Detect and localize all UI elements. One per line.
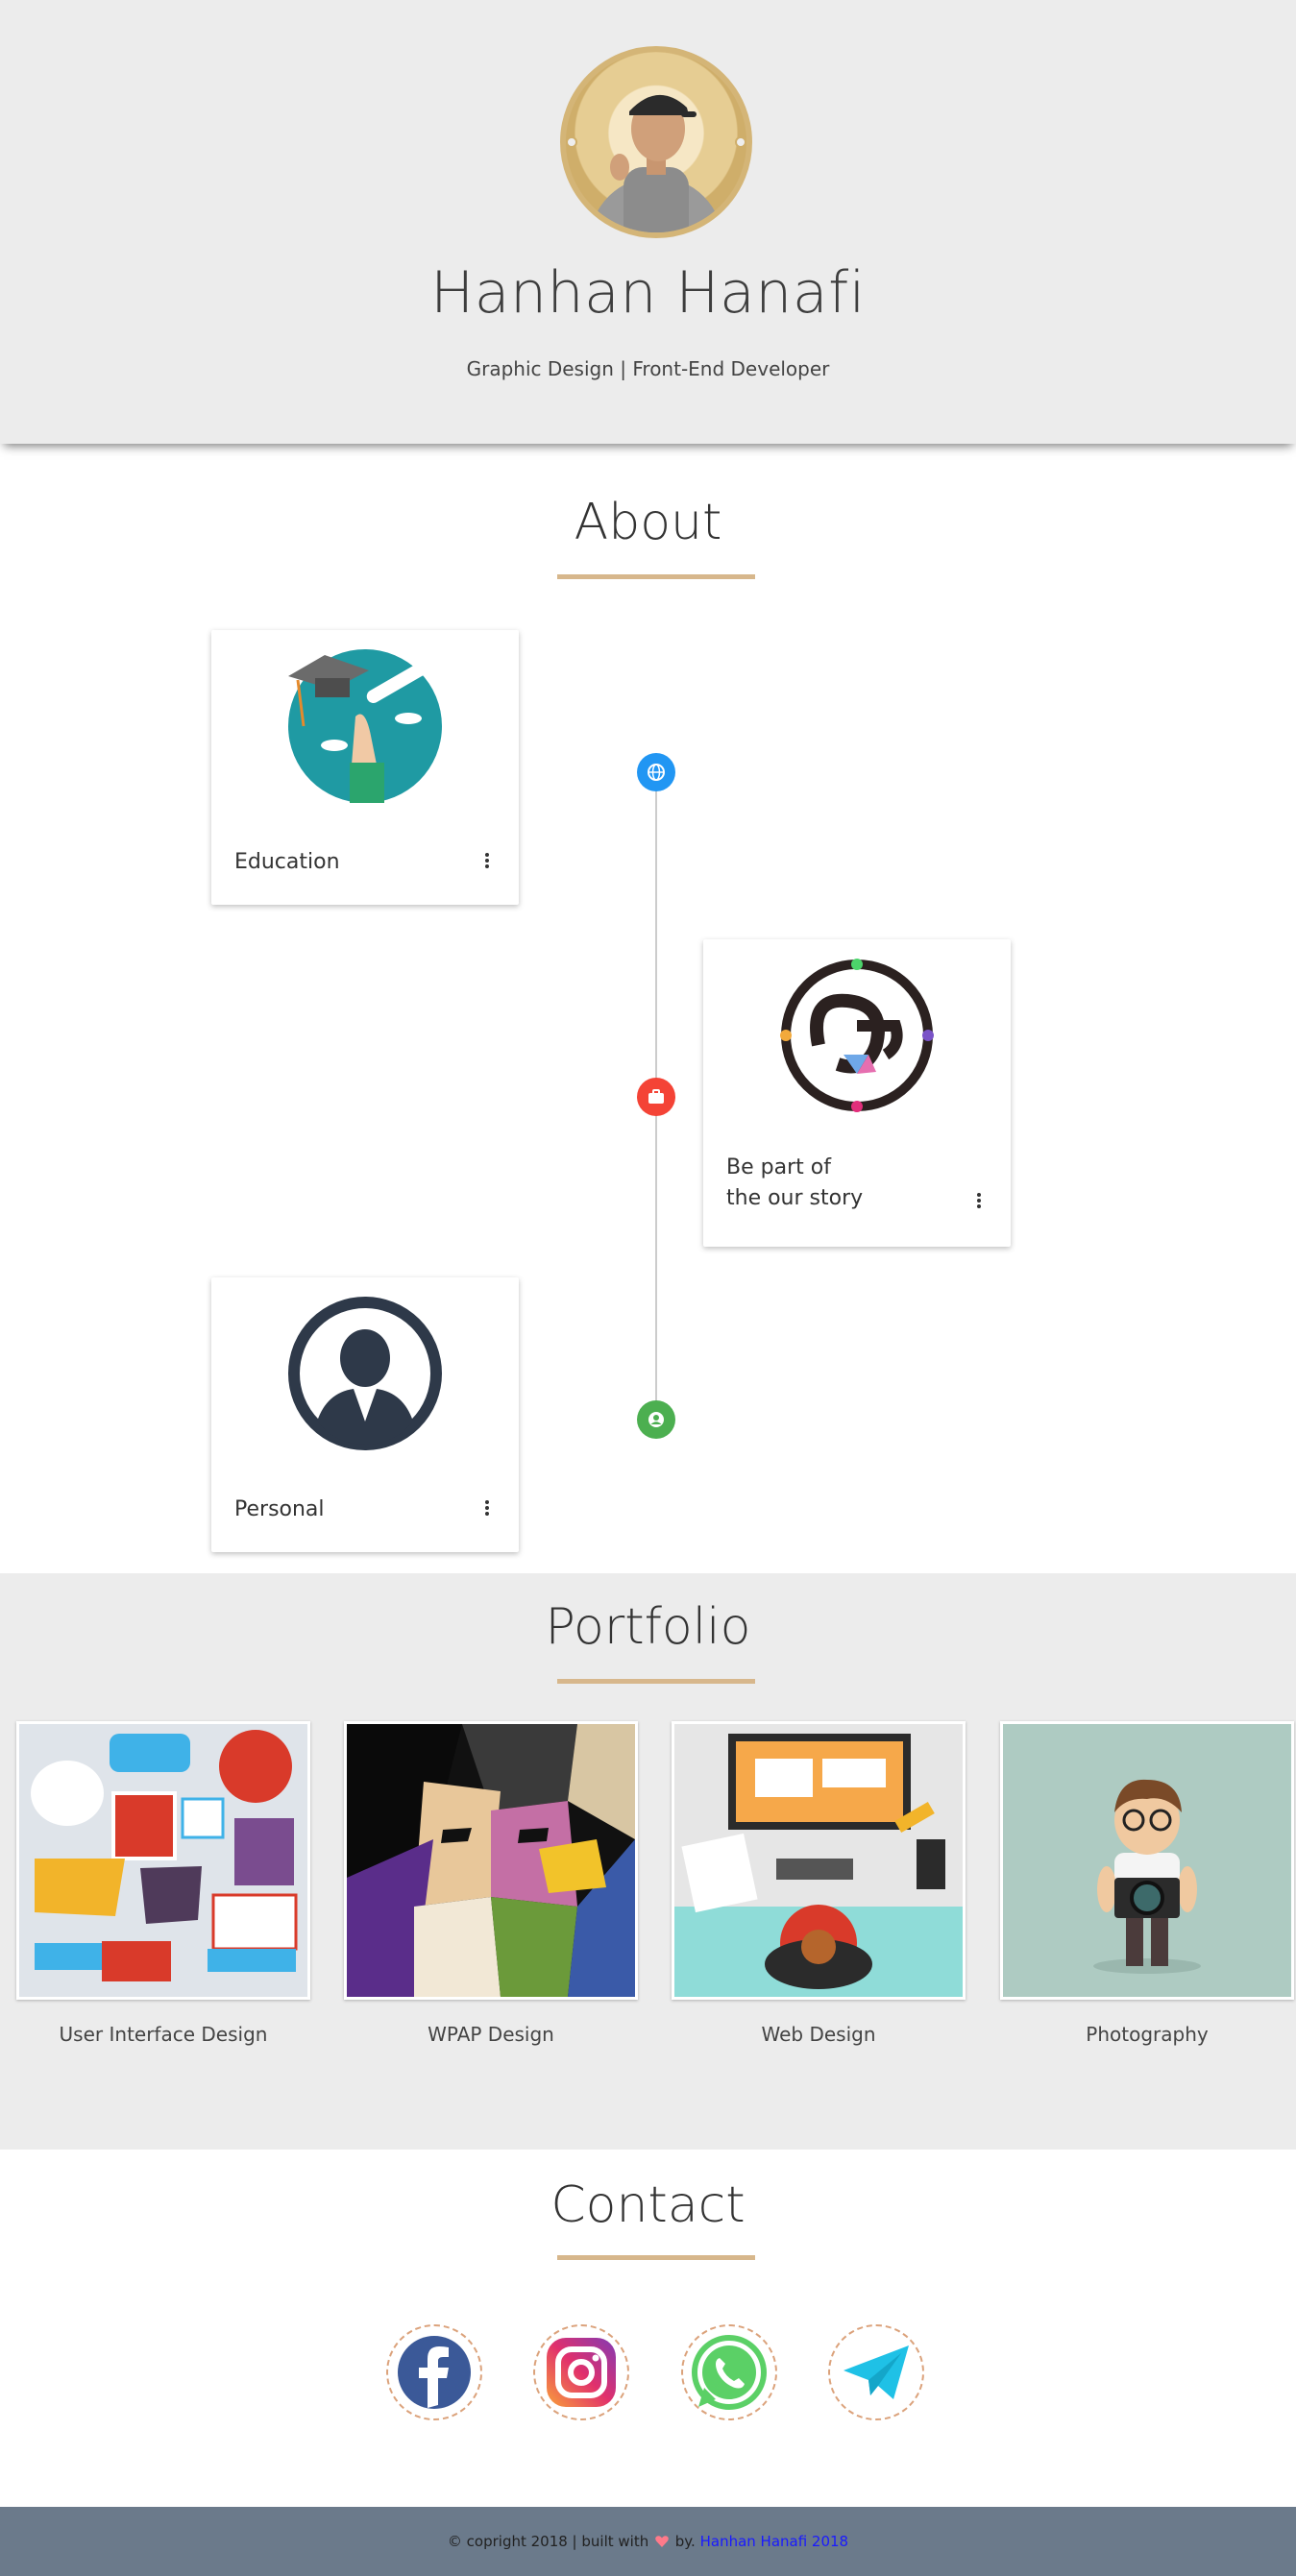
portfolio-image[interactable] [672,1721,966,2000]
portfolio-label: Web Design [761,2023,876,2046]
about-underline [557,574,755,579]
portfolio-title: Portfolio [545,1598,751,1656]
about-title: About [574,494,722,551]
graduation-icon [288,649,442,803]
portfolio-section: Portfolio User Interface Design WPAP Des… [0,1573,1296,2150]
instagram-link[interactable] [533,2324,629,2420]
telegram-icon [844,2345,909,2399]
contact-title: Contact [550,2176,746,2234]
contact-underline [557,2255,755,2260]
portfolio-label: User Interface Design [59,2023,268,2046]
portfolio-item-wpap[interactable]: WPAP Design [344,1721,638,2046]
logo-hh-icon [780,959,934,1112]
personal-card[interactable]: Personal [211,1277,519,1552]
story-card[interactable]: Be part of the our story [703,939,1011,1247]
education-card[interactable]: Education [211,630,519,905]
about-section: About Education Be part of the our story… [0,444,1296,1573]
instagram-icon [547,2338,616,2407]
contact-section: Contact [0,2150,1296,2507]
personal-label: Personal [234,1497,325,1521]
briefcase-icon [637,1078,675,1116]
portfolio-item-photo[interactable]: Photography [1000,1721,1294,2046]
heart-icon [655,2536,669,2547]
whatsapp-link[interactable] [681,2324,777,2420]
portfolio-item-web[interactable]: Web Design [672,1721,966,2046]
story-label: Be part of the our story [726,1155,864,1210]
portfolio-label: WPAP Design [428,2023,554,2046]
portfolio-image[interactable] [344,1721,638,2000]
portfolio-item-ui[interactable]: User Interface Design [16,1721,310,2046]
portfolio-image[interactable] [16,1721,310,2000]
user-icon [288,1297,442,1450]
portfolio-label: Photography [1086,2023,1209,2046]
more-vert-icon[interactable] [482,1498,492,1519]
footer: © copright 2018 | built with by. Hanhan … [0,2507,1296,2576]
header: Hanhan Hanafi Graphic Design | Front-End… [0,0,1296,444]
portfolio-underline [557,1679,755,1684]
whatsapp-icon [692,2335,767,2410]
facebook-icon [398,2336,471,2409]
education-label: Education [234,850,340,874]
profile-subtitle: Graphic Design | Front-End Developer [466,357,830,380]
avatar [560,46,752,238]
telegram-link[interactable] [828,2324,924,2420]
profile-name: Hanhan Hanafi [430,259,866,327]
portfolio-image[interactable] [1000,1721,1294,2000]
more-vert-icon[interactable] [482,851,492,872]
globe-icon [637,753,675,791]
person-icon [637,1400,675,1439]
facebook-link[interactable] [386,2324,482,2420]
footer-by: by. [674,2533,696,2550]
footer-text: © copright 2018 | built with [447,2533,649,2550]
more-vert-icon[interactable] [974,1191,984,1212]
author-link[interactable]: Hanhan Hanafi 2018 [700,2533,849,2550]
